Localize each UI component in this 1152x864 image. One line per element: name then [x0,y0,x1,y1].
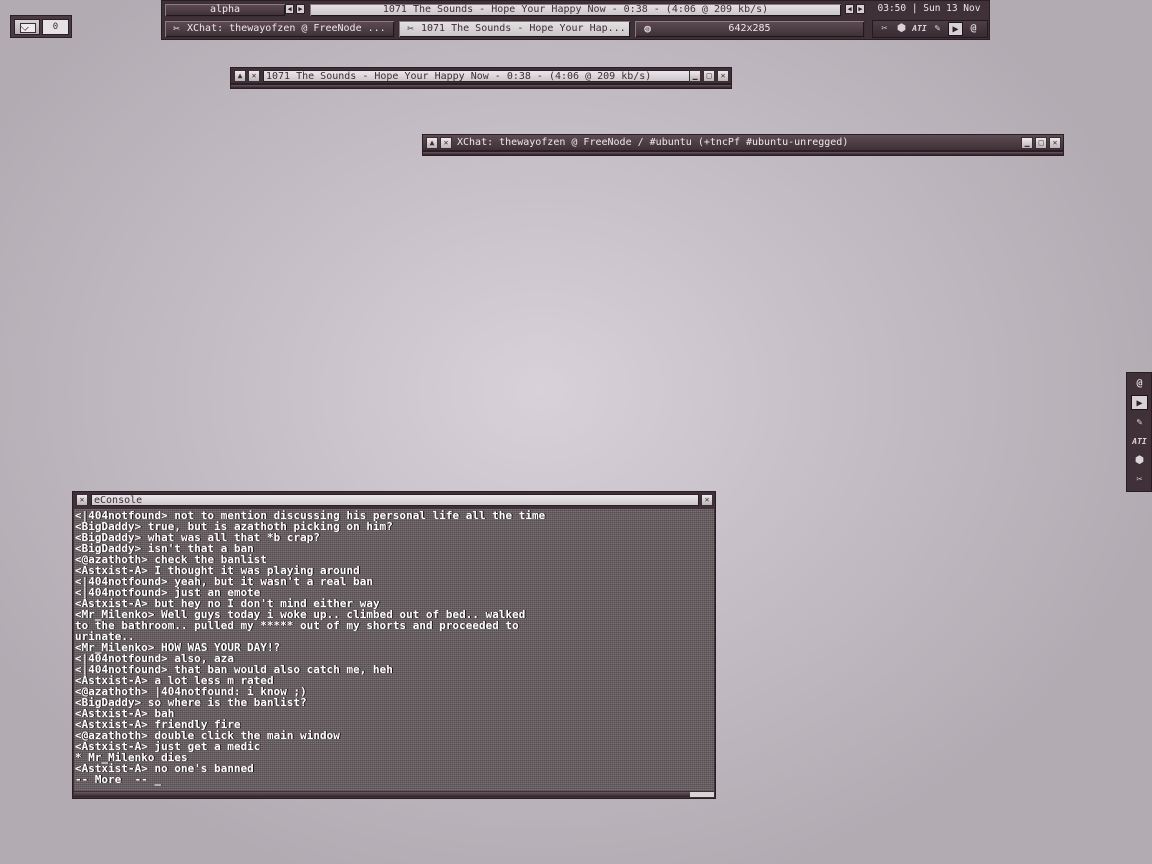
play-icon[interactable]: ▶ [948,22,963,36]
now-playing-display: 1071 The Sounds - Hope Your Happy Now - … [309,3,842,17]
taskbar-item-resize[interactable]: ◍ 642x285 [634,20,865,38]
pen-icon[interactable]: ✎ [930,22,945,36]
box-icon[interactable]: ⬢ [1131,453,1148,468]
taskbar-item-label: 1071 The Sounds - Hope Your Hap... [421,23,626,34]
previous-track-button[interactable]: ◀ [845,4,854,14]
maximize-button[interactable]: □ [1035,137,1047,149]
close-button[interactable]: ✕ [717,70,729,82]
titlebar[interactable]: ▲ ✕ 1071 The Sounds - Hope Your Happy No… [230,67,732,84]
next-track-button[interactable]: ▶ [856,4,865,14]
minimize-button[interactable]: ▁ [689,70,701,82]
clock: 03:50 | Sun 13 Nov [877,3,981,14]
ati-icon[interactable]: ATI [912,22,927,36]
econsole-window: ✕ eConsole ✕ <|404notfound> not to menti… [72,491,716,799]
pen-icon[interactable]: ✎ [1131,415,1148,430]
launcher-dock: @ ▶ ✎ ATI ⬢ ✂ [1126,372,1152,492]
close-button[interactable]: ✕ [701,494,713,506]
console-output[interactable]: <|404notfound> not to mention discussing… [74,509,714,791]
window-frame [422,151,1064,156]
desktop-prev-button[interactable]: ◀ [285,4,294,14]
desktop-name[interactable]: alpha [164,3,286,17]
desktop-next-button[interactable]: ▶ [296,4,305,14]
taskbar-item-label: 642x285 [728,23,771,34]
shade-button[interactable]: ▲ [234,70,246,82]
scissors-icon[interactable]: ✂ [877,22,892,36]
play-icon[interactable]: ▶ [1131,395,1148,410]
xchat-window: ▲ ✕ XChat: thewayofzen @ FreeNode / #ubu… [422,134,1064,158]
swirl-icon[interactable]: @ [966,22,981,36]
maximize-button[interactable]: □ [703,70,715,82]
console-line: <Astxist-A> no one's banned [75,762,254,775]
resize-icon: ◍ [644,22,651,35]
close-button[interactable]: ✕ [1049,137,1061,149]
top-panel: alpha ◀ ▶ 1071 The Sounds - Hope Your Ha… [161,0,990,40]
titlebar[interactable]: ✕ eConsole ✕ [73,492,715,509]
scrollbar[interactable] [74,792,714,797]
shade-button[interactable]: ▲ [426,137,438,149]
scissors-icon[interactable]: ✂ [1131,472,1148,487]
envelope-icon[interactable] [14,19,40,35]
titlebar[interactable]: ▲ ✕ XChat: thewayofzen @ FreeNode / #ubu… [422,134,1064,151]
mail-count: 0 [42,19,69,35]
close-icon[interactable]: ✕ [440,137,452,149]
box-icon[interactable]: ⬢ [894,22,909,36]
window-title: eConsole [91,494,699,506]
taskbar-item-xmms[interactable]: ✂ 1071 The Sounds - Hope Your Hap... [398,20,631,38]
swirl-icon[interactable]: @ [1131,376,1148,391]
minimize-button[interactable]: ▁ [1021,137,1033,149]
close-icon[interactable]: ✕ [76,494,88,506]
ati-icon[interactable]: ATI [1131,434,1148,449]
system-tray: ✂ ⬢ ATI ✎ ▶ @ [872,20,988,38]
console-line: -- More -- _ [75,773,162,786]
xmms-icon: ✂ [407,22,414,35]
window-frame [230,84,732,89]
console-line: to the bathroom.. pulled my ***** out of… [75,619,519,632]
xchat-icon: ✂ [173,22,180,35]
window-title: XChat: thewayofzen @ FreeNode / #ubuntu … [457,137,849,148]
taskbar-item-label: XChat: thewayofzen @ FreeNode ... [187,23,386,34]
mail-applet[interactable]: 0 [10,15,72,38]
taskbar-item-xchat[interactable]: ✂ XChat: thewayofzen @ FreeNode ... [164,20,395,38]
close-icon[interactable]: ✕ [248,70,260,82]
audio-player-window: ▲ ✕ 1071 The Sounds - Hope Your Happy No… [230,67,732,91]
window-title: 1071 The Sounds - Hope Your Happy Now - … [263,70,693,82]
